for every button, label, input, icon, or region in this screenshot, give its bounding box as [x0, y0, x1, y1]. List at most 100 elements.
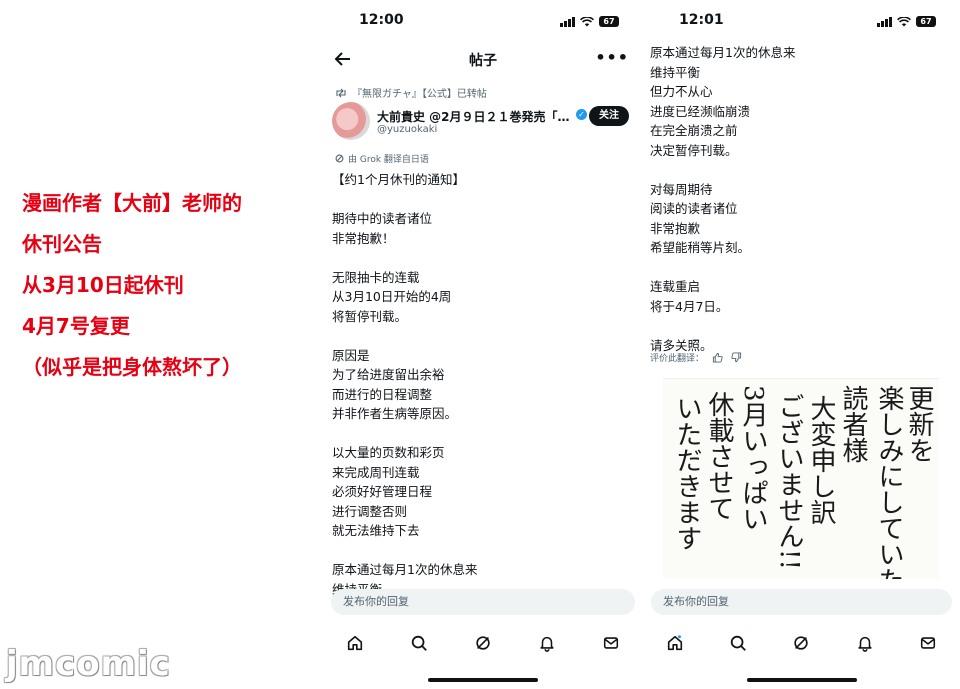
reply-input[interactable]: 发布你的回复 — [331, 589, 635, 615]
handwritten-column: 更新を — [904, 385, 934, 463]
post-line: 将暂停刊载。 — [332, 308, 408, 324]
status-bar: 12:01 67 — [643, 12, 960, 34]
caption: 漫画作者【大前】老师的 休刊公告 从3月10日起休刊 4月7号复更 （似乎是把身… — [22, 183, 322, 388]
phone-screenshot-2: 12:01 67 原本通过每月1次的休息来 维持平衡但力不从心进度已经濒临崩溃 在完… — [643, 0, 960, 689]
author-row: 大前貴史 @2月９日２１巻発売「… ✓ @yuzuokaki 关注 — [332, 102, 633, 144]
home-indicator — [428, 678, 538, 682]
post-body: 【约1个月休刊的通知】 期待中的读者诸位 非常抱歉！ 无限抽卡的连载从3月10日开始的… — [332, 170, 633, 599]
battery-icon: 67 — [599, 16, 619, 27]
home-icon[interactable] — [666, 634, 684, 652]
post-line: 阅读的读者诸位 — [650, 201, 738, 216]
post-line: 来完成周刊连载 — [332, 464, 420, 480]
caption-line: 漫画作者【大前】老师的 — [22, 191, 242, 215]
status-bar: 12:00 67 — [323, 12, 643, 34]
notifications-icon[interactable] — [856, 634, 874, 652]
caption-line: 4月7号复更 — [22, 314, 130, 338]
rate-translation-label: 评价此翻译： — [650, 354, 705, 364]
post-line: 将于4月7日。 — [650, 298, 729, 314]
post-line: 无限抽卡的连载 — [332, 269, 420, 285]
post-line: 决定暂停刊载。 — [650, 142, 738, 158]
grok-icon[interactable] — [474, 634, 492, 652]
post-line: 在完全崩溃之前 — [650, 123, 738, 138]
repost-text: 『無限ガチャ』【公式】已转帖 — [352, 89, 487, 100]
post-line: 而进行的日程调整 — [332, 386, 433, 402]
post-line: 非常抱歉！ — [332, 230, 395, 246]
post-line: 以大量的页数和彩页 — [332, 445, 445, 460]
post-line: 进度已经濒临崩溃 — [650, 103, 751, 119]
handwritten-column: 大変申し訳 — [806, 395, 836, 525]
more-options-icon[interactable]: ••• — [595, 48, 629, 67]
translation-note-text[interactable]: 由 Grok 翻译自日语 — [348, 152, 429, 165]
post-line: 从3月10日开始的4周 — [332, 289, 452, 304]
bottom-navigation — [643, 630, 960, 656]
phone-screenshot-1: 12:00 67 帖子 ••• 『無限ガチャ』【公式】已转帖 大前貴史 @2月９… — [323, 0, 643, 689]
author-name[interactable]: 大前貴史 @2月９日２１巻発売「… — [377, 108, 570, 125]
post-line: 原因是 — [332, 347, 370, 363]
post-line: 但力不从心 — [650, 84, 713, 99]
post-line: 【约1个月休刊的通知】 — [332, 172, 465, 187]
post-line: 原本通过每月1次的休息来 — [650, 45, 796, 60]
handwritten-column: 読者様 — [838, 385, 868, 463]
wifi-icon — [580, 16, 594, 26]
handwritten-column: 楽しみにしていただ — [874, 385, 904, 579]
search-icon[interactable] — [410, 634, 428, 652]
post-line: 非常抱歉 — [650, 220, 701, 236]
translation-note: 由 Grok 翻译自日语 — [335, 152, 429, 165]
bottom-navigation — [323, 630, 643, 656]
repost-label: 『無限ガチャ』【公式】已转帖 — [335, 85, 487, 100]
caption-line: 休刊公告 — [22, 232, 102, 256]
post-line: 就无法维持下去 — [332, 523, 420, 538]
thumbs-down-icon[interactable] — [731, 352, 742, 363]
avatar[interactable] — [332, 102, 370, 140]
battery-icon: 67 — [916, 16, 936, 27]
post-line: 对每周期待 — [650, 181, 713, 197]
verified-badge-icon: ✓ — [576, 109, 587, 120]
post-body: 原本通过每月1次的休息来 维持平衡但力不从心进度已经濒临崩溃 在完全崩溃之前 决定暂停… — [650, 43, 950, 355]
post-line: 必须好好管理日程 — [332, 484, 433, 499]
post-line: 希望能稍等片刻。 — [650, 240, 751, 255]
post-line: 进行调整否则 — [332, 503, 408, 519]
top-bar: 帖子 ••• — [323, 44, 643, 74]
follow-button[interactable]: 关注 — [589, 106, 629, 126]
wifi-icon — [897, 16, 911, 26]
handwritten-column: いただきます — [672, 395, 702, 551]
post-line: 维持平衡 — [650, 64, 701, 80]
handwritten-column: 3月いっぱい — [738, 385, 768, 532]
post-line: 原本通过每月1次的休息来 — [332, 562, 478, 577]
post-line: 并非作者生病等原因。 — [332, 406, 458, 421]
watermark-logo: jmcomic — [6, 644, 171, 684]
messages-icon[interactable] — [919, 634, 937, 652]
author-handle[interactable]: @yuzuokaki — [377, 124, 437, 135]
caption-line: 从3月10日起休刊 — [22, 273, 184, 297]
grok-small-icon — [335, 154, 344, 163]
signal-icon — [560, 16, 575, 27]
post-line: 连载重启 — [650, 279, 701, 294]
status-time: 12:01 — [679, 12, 724, 28]
handwritten-column: 休載させて — [704, 391, 734, 521]
home-icon[interactable] — [346, 634, 364, 652]
signal-icon — [877, 16, 892, 27]
handwritten-column: ございません!! — [774, 393, 804, 570]
caption-line: （似乎是把身体熬坏了） — [22, 355, 242, 379]
handwritten-note-image[interactable]: 更新を 楽しみにしていただ 読者様 大変申し訳 ございません!! 3月いっぱい … — [663, 378, 939, 579]
post-line: 为了给进度留出余裕 — [332, 367, 445, 382]
home-indicator — [746, 678, 857, 682]
status-time: 12:00 — [359, 12, 404, 28]
messages-icon[interactable] — [602, 634, 620, 652]
notifications-icon[interactable] — [538, 634, 556, 652]
grok-icon[interactable] — [792, 634, 810, 652]
reply-input[interactable]: 发布你的回复 — [651, 589, 952, 615]
thumbs-up-icon[interactable] — [712, 352, 723, 363]
search-icon[interactable] — [729, 634, 747, 652]
post-line: 期待中的读者诸位 — [332, 211, 433, 226]
rate-translation-row: 评价此翻译： — [650, 351, 742, 364]
repost-icon — [336, 88, 346, 97]
